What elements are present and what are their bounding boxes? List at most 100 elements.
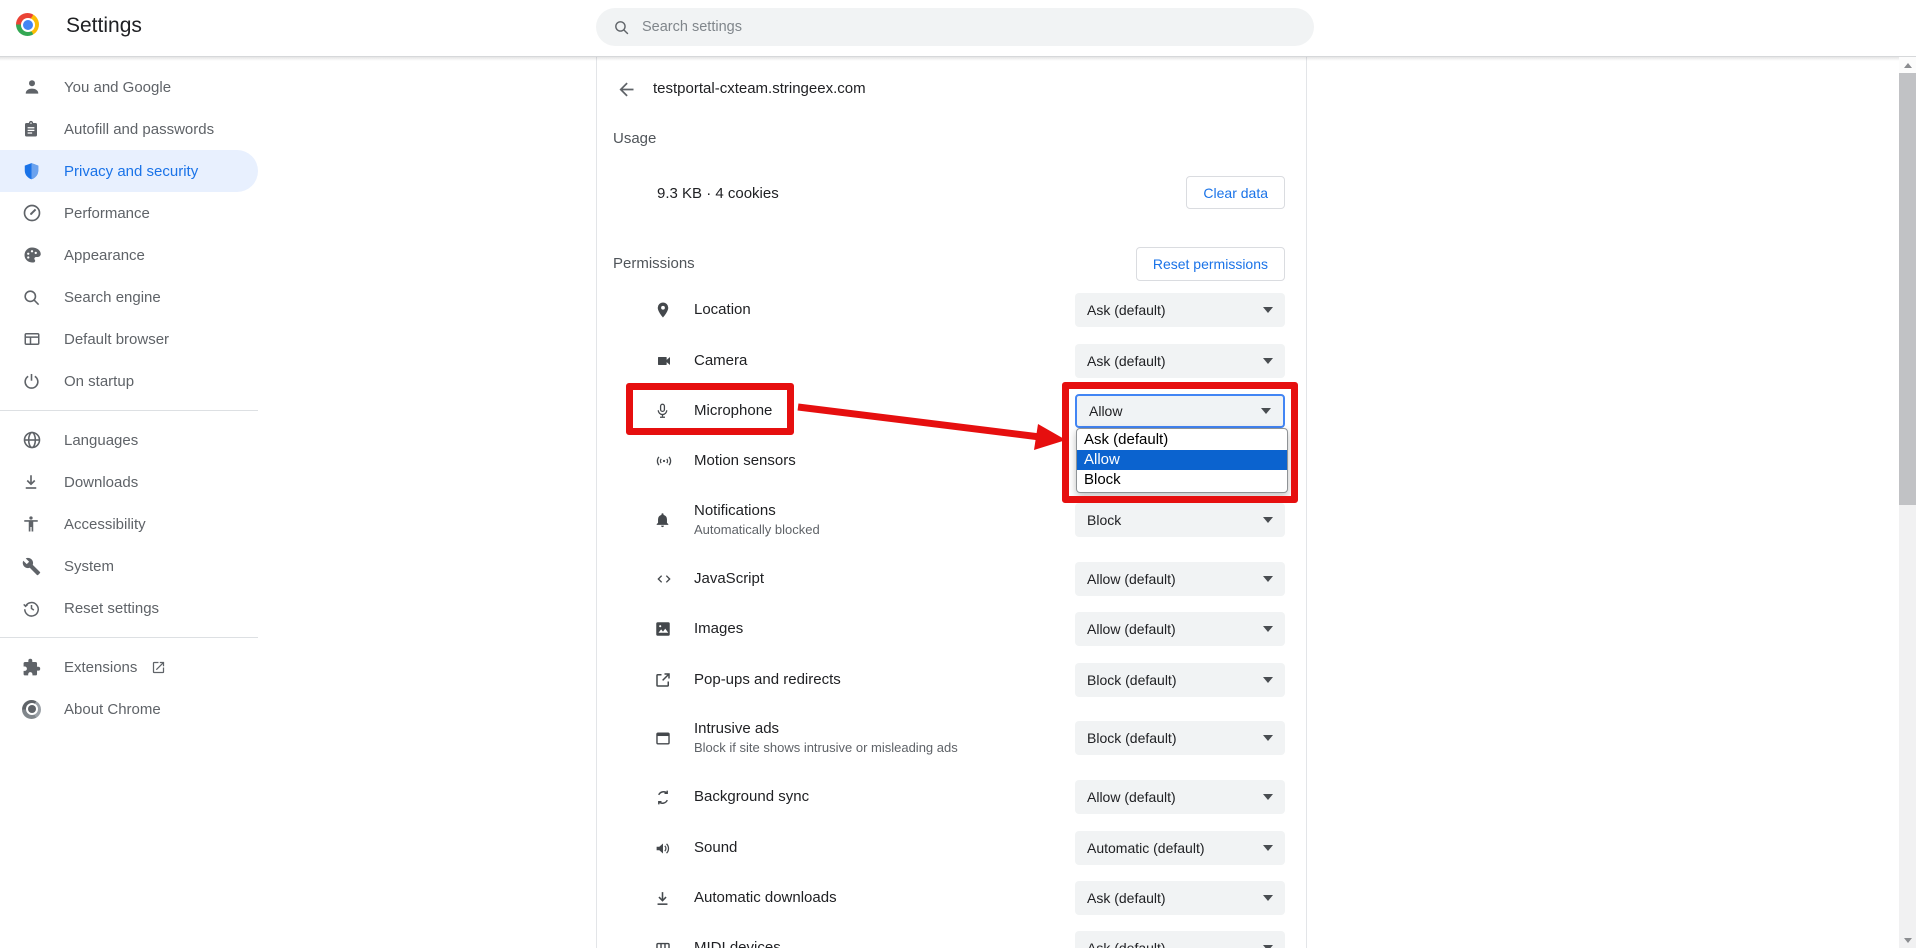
speedometer-icon bbox=[22, 203, 46, 223]
scrollbar-thumb[interactable] bbox=[1899, 73, 1916, 505]
sidebar-item-you-and-google[interactable]: You and Google bbox=[0, 66, 258, 108]
camera-permission-select[interactable]: Ask (default) bbox=[1075, 344, 1285, 378]
shield-icon bbox=[22, 161, 46, 181]
chevron-down-icon bbox=[1263, 358, 1273, 364]
permission-row-notifications: Notifications Automatically blocked Bloc… bbox=[597, 490, 1306, 550]
chevron-down-icon bbox=[1263, 735, 1273, 741]
image-icon bbox=[654, 620, 678, 638]
scrollbar[interactable] bbox=[1899, 57, 1916, 948]
permission-row-javascript: JavaScript Allow (default) bbox=[597, 554, 1306, 604]
search-icon bbox=[613, 19, 630, 36]
scrollbar-up-button[interactable] bbox=[1899, 57, 1916, 73]
person-icon bbox=[22, 77, 46, 97]
dropdown-option-ask-default[interactable]: Ask (default) bbox=[1077, 430, 1287, 450]
location-pin-icon bbox=[654, 300, 678, 320]
scroll-down-icon bbox=[1904, 938, 1912, 943]
sidebar-item-search-engine[interactable]: Search engine bbox=[0, 276, 258, 318]
midi-devices-permission-select[interactable]: Ask (default) bbox=[1075, 931, 1285, 948]
midi-keys-icon bbox=[654, 940, 678, 948]
permission-row-popups: Pop-ups and redirects Block (default) bbox=[597, 655, 1306, 705]
arrow-left-icon bbox=[616, 79, 637, 100]
microphone-icon bbox=[654, 401, 678, 421]
chrome-settings-page: Settings You and Google Autofill and pas… bbox=[0, 0, 1916, 948]
permission-row-intrusive-ads: Intrusive ads Block if site shows intrus… bbox=[597, 708, 1306, 768]
chevron-down-icon bbox=[1263, 845, 1273, 851]
chevron-down-icon bbox=[1263, 517, 1273, 523]
app-header: Settings bbox=[0, 0, 1916, 56]
history-clock-icon bbox=[22, 598, 46, 618]
clear-data-button[interactable]: Clear data bbox=[1186, 176, 1285, 209]
scrollbar-down-button[interactable] bbox=[1899, 938, 1916, 943]
sidebar-item-extensions[interactable]: Extensions bbox=[0, 646, 258, 688]
chrome-logo-icon bbox=[16, 13, 39, 36]
sidebar-item-performance[interactable]: Performance bbox=[0, 192, 258, 234]
speaker-icon bbox=[654, 840, 678, 857]
ad-window-icon bbox=[654, 730, 678, 747]
sidebar: You and Google Autofill and passwords Pr… bbox=[0, 56, 262, 730]
bell-icon bbox=[654, 510, 678, 530]
sidebar-item-on-startup[interactable]: On startup bbox=[0, 360, 258, 402]
sound-permission-select[interactable]: Automatic (default) bbox=[1075, 831, 1285, 865]
chevron-down-icon bbox=[1261, 408, 1271, 414]
browser-window-icon bbox=[22, 329, 46, 349]
chevron-down-icon bbox=[1263, 626, 1273, 632]
globe-icon bbox=[22, 430, 46, 450]
sidebar-item-reset-settings[interactable]: Reset settings bbox=[0, 587, 258, 629]
motion-sensors-icon bbox=[654, 452, 678, 470]
site-details-panel: testportal-cxteam.stringeex.com Usage 9.… bbox=[596, 57, 1307, 948]
sidebar-item-languages[interactable]: Languages bbox=[0, 419, 258, 461]
chevron-down-icon bbox=[1263, 794, 1273, 800]
clipboard-icon bbox=[22, 119, 46, 139]
sidebar-item-appearance[interactable]: Appearance bbox=[0, 234, 258, 276]
permission-row-location: Location Ask (default) bbox=[597, 285, 1306, 335]
accessibility-person-icon bbox=[22, 514, 46, 534]
location-permission-select[interactable]: Ask (default) bbox=[1075, 293, 1285, 327]
microphone-permission-select[interactable]: Allow bbox=[1075, 394, 1285, 428]
magnifier-icon bbox=[22, 287, 46, 307]
sidebar-item-accessibility[interactable]: Accessibility bbox=[0, 503, 258, 545]
permission-row-midi-devices: MIDI devices Ask (default) bbox=[597, 923, 1306, 948]
sidebar-divider bbox=[0, 637, 258, 638]
notifications-permission-select[interactable]: Block bbox=[1075, 503, 1285, 537]
chevron-down-icon bbox=[1263, 576, 1273, 582]
background-sync-permission-select[interactable]: Allow (default) bbox=[1075, 780, 1285, 814]
sidebar-item-privacy-and-security[interactable]: Privacy and security bbox=[0, 150, 258, 192]
dropdown-option-block[interactable]: Block bbox=[1077, 470, 1287, 490]
usage-summary: 9.3 KB · 4 cookies bbox=[657, 185, 779, 202]
code-brackets-icon bbox=[654, 571, 678, 587]
sidebar-item-system[interactable]: System bbox=[0, 545, 258, 587]
header-divider bbox=[0, 56, 1916, 61]
chrome-gray-icon bbox=[22, 699, 46, 719]
sidebar-item-downloads[interactable]: Downloads bbox=[0, 461, 258, 503]
usage-section-label: Usage bbox=[613, 130, 656, 147]
download-icon bbox=[654, 890, 678, 907]
automatic-downloads-permission-select[interactable]: Ask (default) bbox=[1075, 881, 1285, 915]
images-permission-select[interactable]: Allow (default) bbox=[1075, 612, 1285, 646]
permissions-section-label: Permissions bbox=[613, 255, 695, 272]
permission-row-sound: Sound Automatic (default) bbox=[597, 823, 1306, 873]
reset-permissions-button[interactable]: Reset permissions bbox=[1136, 247, 1285, 281]
permission-row-automatic-downloads: Automatic downloads Ask (default) bbox=[597, 873, 1306, 923]
intrusive-ads-permission-select[interactable]: Block (default) bbox=[1075, 721, 1285, 755]
javascript-permission-select[interactable]: Allow (default) bbox=[1075, 562, 1285, 596]
sidebar-item-about-chrome[interactable]: About Chrome bbox=[0, 688, 258, 730]
wrench-icon bbox=[22, 556, 46, 576]
dropdown-option-allow-selected[interactable]: Allow bbox=[1077, 450, 1287, 470]
permission-row-background-sync: Background sync Allow (default) bbox=[597, 772, 1306, 822]
back-button[interactable] bbox=[613, 76, 639, 102]
puzzle-icon bbox=[22, 657, 46, 677]
scroll-up-icon bbox=[1904, 63, 1912, 68]
chevron-down-icon bbox=[1263, 677, 1273, 683]
search-settings-input[interactable] bbox=[642, 19, 1242, 35]
popup-window-icon bbox=[654, 671, 678, 689]
sidebar-item-autofill[interactable]: Autofill and passwords bbox=[0, 108, 258, 150]
permission-row-images: Images Allow (default) bbox=[597, 604, 1306, 654]
popups-permission-select[interactable]: Block (default) bbox=[1075, 663, 1285, 697]
external-link-icon bbox=[151, 660, 166, 675]
microphone-permission-dropdown-menu: Ask (default) Allow Block bbox=[1076, 428, 1288, 493]
sidebar-item-default-browser[interactable]: Default browser bbox=[0, 318, 258, 360]
power-icon bbox=[22, 371, 46, 391]
permission-row-camera: Camera Ask (default) bbox=[597, 336, 1306, 386]
search-settings-box[interactable] bbox=[596, 8, 1314, 46]
chevron-down-icon bbox=[1263, 895, 1273, 901]
